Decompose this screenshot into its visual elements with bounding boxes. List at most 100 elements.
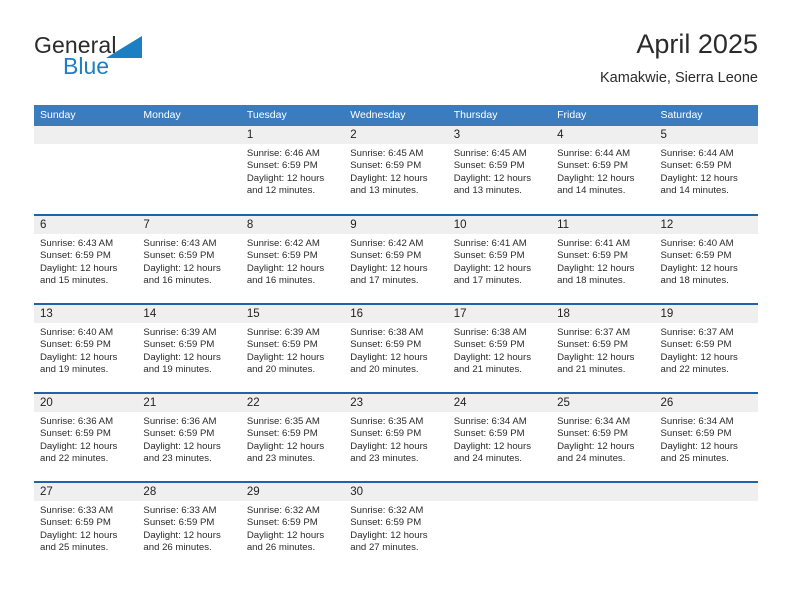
- calendar-day-cell[interactable]: 4 Sunrise: 6:44 AM Sunset: 6:59 PM Daylight…: [551, 126, 655, 215]
- sunrise-time: Sunrise: 6:44 AM: [660, 148, 734, 159]
- daylight-duration-line2: and 23 minutes.: [350, 453, 419, 465]
- day-number: 17: [447, 305, 552, 323]
- daylight-duration-line2: and 18 minutes.: [557, 275, 626, 287]
- daylight-duration-line2: and 18 minutes.: [660, 275, 729, 287]
- calendar-day-cell-empty: [137, 126, 241, 215]
- calendar-day-cell[interactable]: 15 Sunrise: 6:39 AM Sunset: 6:59 PM Dayligh…: [240, 303, 345, 393]
- day-number: 13: [34, 305, 138, 323]
- brand-name-blue: Blue: [63, 53, 110, 79]
- calendar-day-cell[interactable]: 14 Sunrise: 6:39 AM Sunset: 6:59 PM Dayligh…: [137, 303, 241, 393]
- calendar-day-cell[interactable]: 10 Sunrise: 6:41 AM Sunset: 6:59 PM Dayligh…: [447, 214, 552, 304]
- calendar-day-cell[interactable]: 19 Sunrise: 6:37 AM Sunset: 6:59 PM Dayligh…: [654, 303, 758, 393]
- daylight-duration-line2: and 13 minutes.: [453, 185, 522, 197]
- daylight-duration-line1: Daylight: 12 hours: [453, 262, 532, 274]
- sunset-time: Sunset: 6:59 PM: [660, 250, 732, 262]
- sunrise-time: Sunrise: 6:40 AM: [660, 238, 734, 249]
- calendar-day-cell[interactable]: 27 Sunrise: 6:33 AM Sunset: 6:59 PM Dayligh…: [34, 481, 138, 571]
- calendar-week-row: 6 Sunrise: 6:43 AM Sunset: 6:59 PM Daylight…: [34, 214, 758, 304]
- sunset-time: Sunset: 6:59 PM: [660, 428, 732, 440]
- calendar-day-cell[interactable]: 16 Sunrise: 6:38 AM Sunset: 6:59 PM Dayligh…: [344, 303, 448, 393]
- daylight-duration-line2: and 21 minutes.: [453, 364, 522, 376]
- day-details: Sunrise: 6:34 AM Sunset: 6:59 PM Daylight:…: [655, 412, 758, 466]
- day-number: 20: [34, 394, 138, 412]
- sunrise-time: Sunrise: 6:36 AM: [40, 416, 114, 427]
- day-details: Sunrise: 6:36 AM Sunset: 6:59 PM Daylight:…: [34, 412, 137, 466]
- daylight-duration-line2: and 22 minutes.: [660, 364, 729, 376]
- daylight-duration-line1: Daylight: 12 hours: [143, 351, 221, 363]
- calendar-day-cell[interactable]: 5 Sunrise: 6:44 AM Sunset: 6:59 PM Daylight…: [654, 126, 758, 215]
- calendar-week-row: 1 Sunrise: 6:46 AM Sunset: 6:59 PM Daylight…: [34, 126, 758, 215]
- daylight-duration-line1: Daylight: 12 hours: [143, 262, 221, 274]
- calendar-day-cell[interactable]: 21 Sunrise: 6:36 AM Sunset: 6:59 PM Dayligh…: [137, 392, 241, 482]
- calendar-day-cell[interactable]: 13 Sunrise: 6:40 AM Sunset: 6:59 PM Dayligh…: [34, 303, 138, 393]
- sunrise-time: Sunrise: 6:33 AM: [40, 505, 114, 516]
- calendar-day-cell[interactable]: 25 Sunrise: 6:34 AM Sunset: 6:59 PM Dayligh…: [551, 392, 655, 482]
- day-number: 14: [137, 305, 241, 323]
- daylight-duration-line1: Daylight: 12 hours: [143, 529, 221, 541]
- daylight-duration-line2: and 23 minutes.: [246, 453, 316, 465]
- day-details: Sunrise: 6:34 AM Sunset: 6:59 PM Daylight:…: [448, 412, 551, 466]
- day-details: Sunrise: 6:43 AM Sunset: 6:59 PM Daylight:…: [34, 234, 137, 288]
- calendar-day-cell[interactable]: 28 Sunrise: 6:33 AM Sunset: 6:59 PM Dayligh…: [137, 481, 241, 571]
- sunrise-time: Sunrise: 6:39 AM: [143, 327, 217, 338]
- day-details: Sunrise: 6:43 AM Sunset: 6:59 PM Daylight:…: [137, 234, 240, 288]
- daylight-duration-line1: Daylight: 12 hours: [660, 351, 738, 363]
- calendar-day-cell[interactable]: 2 Sunrise: 6:45 AM Sunset: 6:59 PM Daylight…: [344, 126, 448, 215]
- calendar-body: 1 Sunrise: 6:46 AM Sunset: 6:59 PM Daylight…: [34, 126, 758, 571]
- daylight-duration-line2: and 20 minutes.: [246, 364, 316, 376]
- sunset-time: Sunset: 6:59 PM: [246, 517, 318, 529]
- weekday-header-sunday: Sunday: [34, 105, 138, 126]
- calendar-day-cell[interactable]: 29 Sunrise: 6:32 AM Sunset: 6:59 PM Dayligh…: [240, 481, 345, 571]
- calendar-day-cell[interactable]: 7 Sunrise: 6:43 AM Sunset: 6:59 PM Daylight…: [137, 214, 241, 304]
- day-details: Sunrise: 6:37 AM Sunset: 6:59 PM Daylight:…: [655, 323, 758, 377]
- calendar-day-cell[interactable]: 23 Sunrise: 6:35 AM Sunset: 6:59 PM Dayligh…: [344, 392, 448, 482]
- daylight-duration-line1: Daylight: 12 hours: [557, 172, 635, 184]
- sunrise-time: Sunrise: 6:39 AM: [246, 327, 320, 338]
- sunrise-time: Sunrise: 6:34 AM: [660, 416, 734, 427]
- day-number: 8: [240, 216, 345, 234]
- sunrise-time: Sunrise: 6:42 AM: [350, 238, 424, 249]
- daylight-duration-line2: and 27 minutes.: [350, 542, 419, 554]
- daylight-duration-line2: and 15 minutes.: [40, 275, 109, 287]
- day-number: 3: [447, 126, 552, 144]
- calendar-day-cell[interactable]: 26 Sunrise: 6:34 AM Sunset: 6:59 PM Dayligh…: [654, 392, 758, 482]
- daylight-duration-line1: Daylight: 12 hours: [453, 440, 532, 452]
- daylight-duration-line2: and 16 minutes.: [246, 275, 316, 287]
- calendar-day-cell[interactable]: 18 Sunrise: 6:37 AM Sunset: 6:59 PM Dayligh…: [551, 303, 655, 393]
- day-details: Sunrise: 6:39 AM Sunset: 6:59 PM Daylight:…: [137, 323, 240, 377]
- sunset-time: Sunset: 6:59 PM: [350, 160, 422, 172]
- calendar-day-cell[interactable]: 12 Sunrise: 6:40 AM Sunset: 6:59 PM Dayligh…: [654, 214, 758, 304]
- calendar-day-cell[interactable]: 24 Sunrise: 6:34 AM Sunset: 6:59 PM Dayligh…: [447, 392, 552, 482]
- calendar-day-cell[interactable]: 8 Sunrise: 6:42 AM Sunset: 6:59 PM Daylight…: [240, 214, 345, 304]
- calendar-day-cell[interactable]: 9 Sunrise: 6:42 AM Sunset: 6:59 PM Daylight…: [344, 214, 448, 304]
- day-number: 5: [654, 126, 758, 144]
- day-number: 27: [34, 483, 138, 501]
- calendar-day-cell[interactable]: 11 Sunrise: 6:41 AM Sunset: 6:59 PM Dayligh…: [551, 214, 655, 304]
- calendar-day-cell[interactable]: 20 Sunrise: 6:36 AM Sunset: 6:59 PM Dayligh…: [34, 392, 138, 482]
- sunrise-time: Sunrise: 6:43 AM: [40, 238, 114, 249]
- day-number: 22: [240, 394, 345, 412]
- day-number: [137, 126, 241, 144]
- day-number: 23: [344, 394, 448, 412]
- sunrise-time: Sunrise: 6:45 AM: [350, 148, 424, 159]
- general-blue-logo[interactable]: General Blue: [34, 32, 234, 88]
- daylight-duration-line2: and 24 minutes.: [453, 453, 522, 465]
- sunrise-time: Sunrise: 6:41 AM: [557, 238, 631, 249]
- daylight-duration-line1: Daylight: 12 hours: [40, 351, 118, 363]
- calendar-day-cell[interactable]: 30 Sunrise: 6:32 AM Sunset: 6:59 PM Dayligh…: [344, 481, 448, 571]
- calendar-day-cell[interactable]: 6 Sunrise: 6:43 AM Sunset: 6:59 PM Daylight…: [34, 214, 138, 304]
- page-header: General Blue April 2025 Kamakwie, Sierra…: [34, 28, 758, 96]
- calendar-day-cell[interactable]: 17 Sunrise: 6:38 AM Sunset: 6:59 PM Dayligh…: [447, 303, 552, 393]
- daylight-duration-line1: Daylight: 12 hours: [246, 351, 325, 363]
- day-details: Sunrise: 6:44 AM Sunset: 6:59 PM Daylight:…: [655, 144, 758, 198]
- day-number: 25: [551, 394, 655, 412]
- daylight-duration-line1: Daylight: 12 hours: [40, 529, 118, 541]
- calendar-day-cell[interactable]: 22 Sunrise: 6:35 AM Sunset: 6:59 PM Dayligh…: [240, 392, 345, 482]
- day-details: Sunrise: 6:36 AM Sunset: 6:59 PM Daylight:…: [137, 412, 240, 466]
- sunset-time: Sunset: 6:59 PM: [40, 339, 111, 351]
- day-details: Sunrise: 6:42 AM Sunset: 6:59 PM Daylight:…: [241, 234, 344, 288]
- calendar-day-cell[interactable]: 1 Sunrise: 6:46 AM Sunset: 6:59 PM Daylight…: [240, 126, 345, 215]
- calendar-day-cell[interactable]: 3 Sunrise: 6:45 AM Sunset: 6:59 PM Daylight…: [447, 126, 552, 215]
- daylight-duration-line2: and 25 minutes.: [660, 453, 729, 465]
- day-number: 2: [344, 126, 448, 144]
